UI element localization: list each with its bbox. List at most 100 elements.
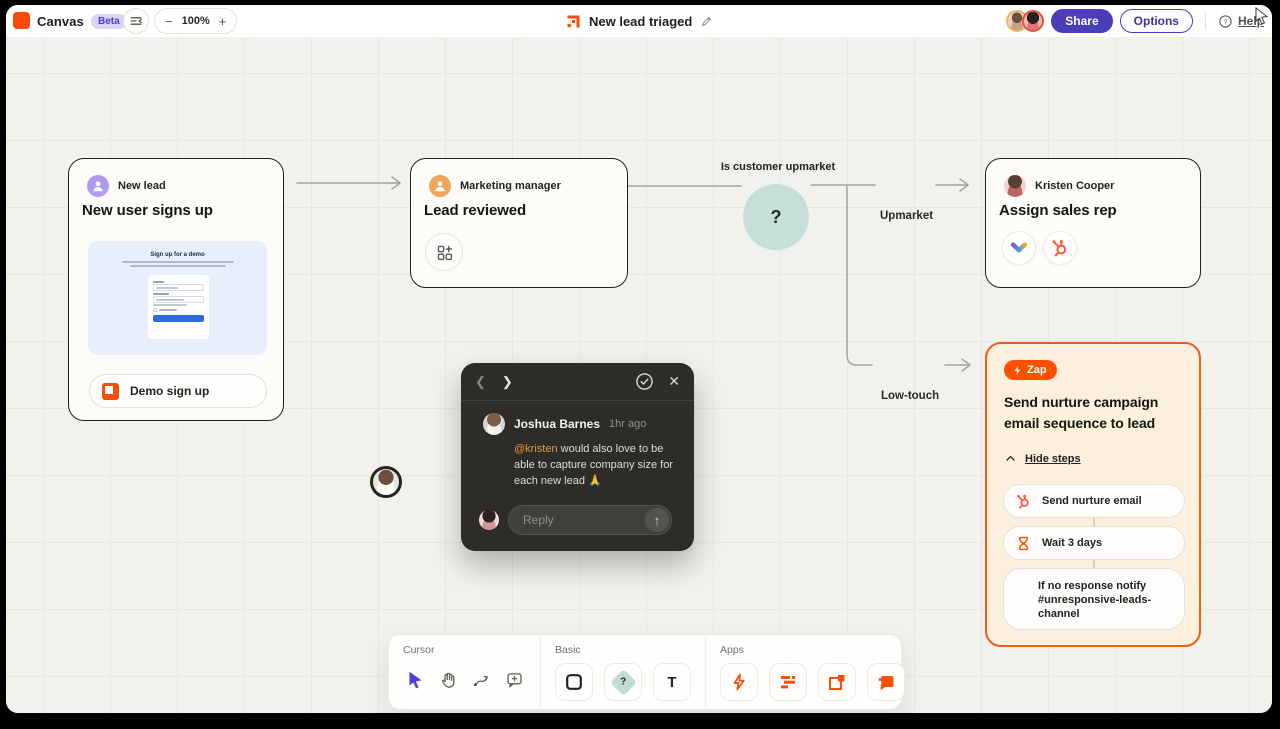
next-comment-button[interactable]: ❯ [502,374,513,390]
hubspot-app-chip[interactable] [1043,231,1077,265]
zoom-out-button[interactable]: − [165,14,173,29]
embed-form-title: Sign up for a demo [88,252,267,258]
comment-timestamp: 1hr ago [609,418,646,430]
interfaces-icon [827,672,847,692]
interfaces-tool-button[interactable] [818,663,856,701]
interfaces-app-icon [102,383,119,400]
share-button[interactable]: Share [1051,9,1112,33]
topbar: Canvas Beta − 100% + New lead triaged [6,5,1272,37]
comment-tool-button[interactable] [502,667,526,691]
decision-diamond-icon: ? [610,669,637,696]
canvas-area[interactable]: Upmarket Low-touch New lead New user sig… [6,37,1272,713]
zap-step[interactable]: If no response notify #unresponsive-lead… [1003,568,1185,630]
resolve-check-icon[interactable] [635,372,654,391]
canvas-doc-icon [566,14,581,29]
decision-symbol: ? [771,207,782,228]
comment-header: ❮ ❯ ✕ [461,363,694,401]
zoom-in-button[interactable]: + [219,14,227,29]
decision-node[interactable]: ? [743,184,809,250]
document-title[interactable]: New lead triaged [589,14,692,29]
joshua-avatar [483,413,505,435]
shape-tool-button[interactable] [555,663,593,701]
text-tool-button[interactable]: T [653,663,691,701]
emoji: 🙏 [588,475,602,487]
step-connector [1093,518,1095,526]
zap-card[interactable]: Zap Send nurture campaign email sequence… [985,342,1201,647]
node-role-label: New lead [118,180,166,192]
person-avatar-icon [429,175,451,197]
topbar-divider [1205,12,1206,30]
chevron-up-icon [1004,452,1017,465]
node-title: Assign sales rep [999,202,1117,219]
svg-text:?: ? [1224,19,1228,26]
cursor-section: Cursor [389,635,540,709]
gradient-chevron-icon [1009,238,1029,258]
zoom-level: 100% [182,15,210,27]
prev-comment-button[interactable]: ❮ [475,374,486,390]
mention[interactable]: @kristen [514,443,558,455]
beta-badge: Beta [91,14,127,29]
hubspot-icon [1050,238,1070,258]
close-icon[interactable]: ✕ [668,373,680,390]
zap-step[interactable]: Send nurture email [1003,484,1185,518]
cursor-section-label: Cursor [403,644,526,656]
chatbots-tool-button[interactable] [867,663,905,701]
select-tool-button[interactable] [403,667,427,691]
node-title: Lead reviewed [424,202,526,219]
basic-section-label: Basic [555,644,691,656]
add-app-button[interactable] [425,233,463,271]
add-app-icon [435,243,454,262]
apps-section-label: Apps [720,644,905,656]
options-button[interactable]: Options [1120,9,1193,33]
zap-tool-button[interactable] [720,663,758,701]
connector-icon [472,670,491,689]
zap-step[interactable]: Wait 3 days [1003,526,1185,560]
step-connector [1093,560,1095,568]
node-lead-reviewed[interactable]: Marketing manager Lead reviewed [410,158,628,288]
collapse-menu-button[interactable] [123,8,149,34]
embedded-form-screenshot: Sign up for a demo [88,241,267,355]
node-assign-sales-rep[interactable]: Kristen Cooper Assign sales rep [985,158,1201,288]
apps-section: Apps [705,635,919,709]
decision-label: Is customer upmarket [696,161,860,173]
comment-text: @kristen would also love to be able to c… [514,441,682,489]
delay-hourglass-icon [1015,535,1032,552]
help-icon: ? [1218,14,1233,29]
hubspot-icon [1015,493,1032,510]
kristen-avatar [1004,175,1026,197]
bolt-icon [1012,365,1023,376]
mini-form [148,275,209,339]
branch-label-low-touch: Low-touch [881,390,939,402]
node-role-label: Kristen Cooper [1035,180,1114,192]
demo-sign-up-chip[interactable]: Demo sign up [89,374,267,408]
connector-tool-button[interactable] [469,667,493,691]
zap-badge: Zap [1004,360,1057,380]
zapier-logo-icon [13,12,30,29]
person-avatar-icon [87,175,109,197]
collapse-menu-icon [128,13,144,29]
collaborator-avatars [1006,10,1044,32]
chatbot-icon [876,672,896,692]
zoom-control: − 100% + [154,8,237,34]
node-title: New user signs up [82,202,213,219]
hand-icon [439,670,458,689]
basic-section: Basic ? T [540,635,705,709]
app-window: Canvas Beta − 100% + New lead triaged [6,5,1272,713]
zap-title: Send nurture campaign email sequence to … [1004,392,1188,434]
hide-steps-toggle[interactable]: Hide steps [1004,452,1081,465]
mini-form-submit-button [153,315,204,322]
mouse-cursor-icon [1254,7,1270,25]
decision-tool-button[interactable]: ? [604,663,642,701]
demo-sign-up-label: Demo sign up [130,384,209,398]
reply-avatar [479,510,499,530]
node-role-label: Marketing manager [460,180,561,192]
node-new-user-signs-up[interactable]: New lead New user signs up Sign up for a… [68,158,284,421]
pan-tool-button[interactable] [436,667,460,691]
send-reply-button[interactable]: ↑ [645,508,669,532]
branch-label-upmarket: Upmarket [880,210,933,222]
gradient-app-chip[interactable] [1002,231,1036,265]
collaborator-cursor-avatar [370,466,402,498]
edit-title-icon[interactable] [700,15,713,28]
tables-tool-button[interactable] [769,663,807,701]
collaborator-avatar[interactable] [1022,10,1044,32]
